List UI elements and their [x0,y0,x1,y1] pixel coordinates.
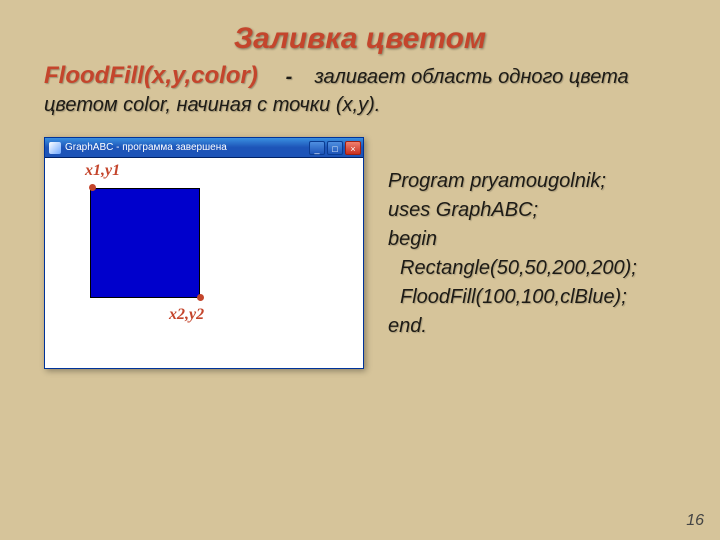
code-line-3: begin [388,228,437,250]
label-x2y2: x2,y2 [169,306,204,324]
code-line-5: FloodFill(100,100,clBlue); [388,283,637,312]
function-signature: FloodFill(x,y,color) [44,62,258,89]
close-button[interactable]: × [345,141,361,155]
code-block: Program pryamougolnik; uses GraphABC; be… [388,137,637,341]
window-title-text: GraphABC - программа завершена [65,142,309,153]
function-description: FloodFill(x,y,color) - заливает область … [0,60,720,119]
point-x2y2 [197,294,204,301]
label-x1y1: x1,y1 [85,162,120,180]
code-line-2: uses GraphABC; [388,199,538,221]
page-number: 16 [686,512,704,530]
app-window: GraphABC - программа завершена _ □ × x1,… [44,137,364,369]
code-line-6: end. [388,315,427,337]
maximize-button[interactable]: □ [327,141,343,155]
app-icon [49,142,61,154]
code-line-4: Rectangle(50,50,200,200); [388,254,637,283]
window-titlebar: GraphABC - программа завершена _ □ × [45,138,363,158]
dash-separator: - [286,66,293,88]
slide-title: Заливка цветом [0,0,720,60]
filled-rectangle [90,188,200,298]
drawing-canvas: x1,y1 x2,y2 [45,158,363,368]
minimize-button[interactable]: _ [309,141,325,155]
code-line-1: Program pryamougolnik; [388,170,606,192]
